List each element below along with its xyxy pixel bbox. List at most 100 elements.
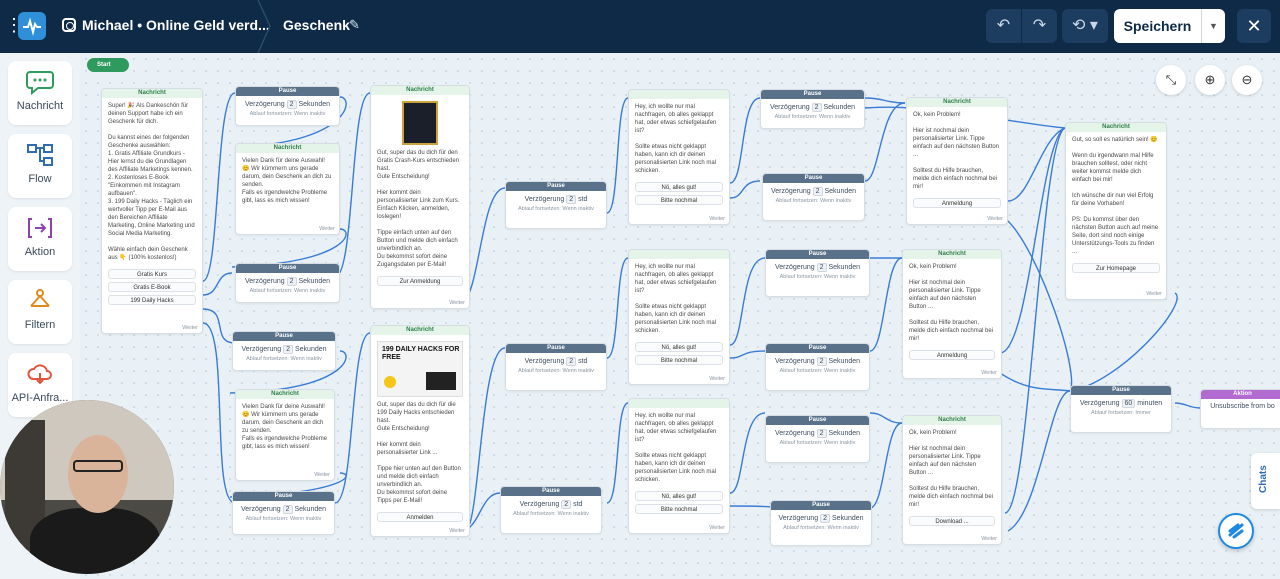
message-node-thanks[interactable]: Nachricht Vielen Dank für deine Auswahl!… [235, 143, 340, 235]
delay-value[interactable]: 2 [286, 100, 297, 109]
resume-condition: Ablauf fortsetzen: Immer [1091, 410, 1151, 416]
signup-button[interactable]: Anmeldung [913, 198, 1001, 208]
pause-node[interactable]: Pause Verzögerung 2 std Ablauf fortsetze… [505, 343, 607, 391]
choice-button[interactable]: Gratis E-Book [108, 282, 196, 292]
delay-row: Verzögerung 2 std [506, 353, 606, 366]
node-text: Ok, kein Problem! Hier ist nochmal dein … [909, 430, 994, 508]
flow-icon [27, 144, 53, 166]
delay-label: Verzögerung [774, 358, 815, 365]
delay-unit: std [578, 358, 588, 365]
top-bar: ⋮ Michael • Online Geld verd... Geschenk… [0, 0, 1280, 53]
undo-button[interactable]: ↶ [986, 9, 1021, 43]
node-header [629, 90, 729, 99]
zoom-out-button[interactable]: ⊖ [1232, 65, 1262, 95]
pause-node[interactable]: Pause Verzögerung 2 std Ablauf fortsetze… [500, 486, 602, 534]
zoom-in-icon: ⊕ [1204, 72, 1216, 87]
save-dropdown-button[interactable]: ▼ [1201, 9, 1225, 43]
resume-condition: Ablauf fortsetzen: Wenn inaktiv [774, 114, 851, 120]
delay-value[interactable]: 2 [286, 277, 297, 286]
delay-value[interactable]: 2 [561, 500, 572, 509]
chevron-down-icon: ▼ [1209, 21, 1218, 31]
reply-button[interactable]: Bitte nochmal [635, 195, 723, 205]
message-node-resend[interactable]: Nachricht Ok, kein Problem! Hier ist noc… [902, 249, 1002, 379]
pause-node[interactable]: Pause Verzögerung 2 Sekunden Ablauf fort… [770, 500, 872, 546]
pause-node[interactable]: Pause Verzögerung 2 Sekunden Ablauf fort… [232, 331, 336, 371]
close-button[interactable]: ✕ [1237, 9, 1271, 43]
history-button[interactable]: ⟲ ▾ [1062, 9, 1108, 43]
reply-button[interactable]: Bitte nochmal [635, 355, 723, 365]
pause-node[interactable]: Pause Verzögerung 2 Sekunden Ablauf fort… [232, 491, 335, 535]
action-node-unsubscribe[interactable]: Aktion Unsubscribe from bo [1200, 389, 1280, 429]
delay-value[interactable]: 2 [816, 357, 827, 366]
message-node-checkin[interactable]: Hey, ich wollte nur mal nachfragen, ob a… [628, 89, 730, 225]
message-node-hacks[interactable]: Nachricht 199 DAILY HACKS FOR FREE Gut, … [370, 325, 470, 537]
pause-node-60min[interactable]: Pause Verzögerung 60 minuten Ablauf fort… [1070, 385, 1172, 433]
choice-button[interactable]: 199 Daily Hacks [108, 295, 196, 305]
message-node-resend[interactable]: Nachricht Ok, kein Problem! Hier ist noc… [906, 97, 1008, 225]
reply-button[interactable]: Nö, alles gut! [635, 342, 723, 352]
redo-button[interactable]: ↷ [1022, 9, 1057, 43]
zoom-in-button[interactable]: ⊕ [1195, 65, 1225, 95]
delay-label: Verzögerung [241, 346, 282, 353]
message-node-final[interactable]: Nachricht Gut, so soll es natürlich sein… [1065, 122, 1167, 300]
delay-value[interactable]: 2 [282, 505, 293, 514]
pause-node[interactable]: Pause Verzögerung 2 std Ablauf fortsetze… [505, 181, 607, 229]
delay-label: Verzögerung [778, 515, 819, 522]
message-node-intro[interactable]: Nachricht Super! 🎉 Als Dankeschön für de… [101, 88, 203, 334]
signup-button[interactable]: Zur Anmeldung [377, 276, 463, 286]
pause-node[interactable]: Pause Verzögerung 2 Sekunden Ablauf fort… [765, 343, 870, 391]
node-header [629, 250, 729, 259]
delay-value[interactable]: 2 [811, 103, 822, 112]
message-node-checkin[interactable]: Hey, ich wollte nur mal nachfragen, ob a… [628, 398, 730, 534]
save-button[interactable]: Speichern [1114, 9, 1201, 43]
pause-node[interactable]: Pause Verzögerung 2 Sekunden Ablauf fort… [765, 415, 870, 463]
message-node-kurs[interactable]: Nachricht Gut, super das du dich für den… [370, 85, 470, 309]
delay-label: Verzögerung [524, 196, 565, 203]
project-name[interactable]: Michael • Online Geld verd... [82, 17, 270, 33]
signup-button[interactable]: Anmeldung [909, 350, 995, 360]
reply-button[interactable]: Nö, alles gut! [635, 182, 723, 192]
next-label: Weiter [449, 528, 465, 534]
delay-value[interactable]: 2 [816, 263, 827, 272]
delay-value[interactable]: 2 [283, 345, 294, 354]
app-logo-icon[interactable] [18, 12, 46, 40]
tidy-tool-button[interactable]: ⤡ [1156, 65, 1186, 95]
delay-value[interactable]: 2 [812, 187, 823, 196]
delay-value[interactable]: 2 [566, 195, 577, 204]
pause-node[interactable]: Pause Verzögerung 2 Sekunden Ablauf fort… [235, 86, 340, 126]
message-node-resend[interactable]: Nachricht Ok, kein Problem! Hier ist noc… [902, 415, 1002, 545]
node-text: Gut, so soll es natürlich sein! 😊 Wenn d… [1072, 137, 1159, 255]
message-node-checkin[interactable]: Hey, ich wollte nur mal nachfragen, ob a… [628, 249, 730, 385]
pause-node[interactable]: Pause Verzögerung 2 Sekunden Ablauf fort… [765, 249, 870, 297]
flow-canvas[interactable]: Start Nachricht Super! 🎉 Als Dankeschön … [80, 53, 1280, 579]
next-label: Weiter [182, 325, 198, 331]
node-text: Hey, ich wollte nur mal nachfragen, ob a… [635, 264, 717, 334]
download-button[interactable]: Download ... [909, 516, 995, 526]
reply-button[interactable]: Bitte nochmal [635, 504, 723, 514]
delay-value[interactable]: 2 [816, 429, 827, 438]
start-node[interactable]: Start [87, 58, 129, 72]
sidebar-item-flow[interactable]: Flow [8, 134, 72, 198]
sidebar-item-filtern[interactable]: Filtern [8, 280, 72, 344]
pause-node[interactable]: Pause Verzögerung 2 Sekunden Ablauf fort… [760, 89, 865, 129]
sidebar-item-aktion[interactable]: Aktion [8, 207, 72, 271]
node-header: Nachricht [102, 89, 202, 98]
edit-pencil-icon[interactable]: ✎ [349, 17, 360, 33]
signup-button[interactable]: Anmelden [377, 512, 463, 522]
delay-value[interactable]: 2 [820, 514, 831, 523]
help-chat-button[interactable] [1218, 513, 1254, 549]
choice-button[interactable]: Gratis Kurs [108, 269, 196, 279]
delay-value[interactable]: 60 [1121, 399, 1136, 408]
homepage-button[interactable]: Zur Homepage [1072, 263, 1160, 273]
reply-button[interactable]: Nö, alles gut! [635, 491, 723, 501]
node-header: Nachricht [903, 250, 1001, 259]
sidebar-item-nachricht[interactable]: Nachricht [8, 61, 72, 125]
chats-tab[interactable]: Chats [1251, 453, 1280, 509]
delay-value[interactable]: 2 [566, 357, 577, 366]
next-label: Weiter [981, 370, 997, 376]
instagram-icon [62, 18, 76, 32]
delay-unit: std [578, 196, 588, 203]
pause-node[interactable]: Pause Verzögerung 2 Sekunden Ablauf fort… [235, 263, 340, 303]
pause-node[interactable]: Pause Verzögerung 2 Sekunden Ablauf fort… [762, 173, 865, 221]
message-node-thanks[interactable]: Nachricht Vielen Dank für deine Auswahl!… [235, 389, 335, 481]
